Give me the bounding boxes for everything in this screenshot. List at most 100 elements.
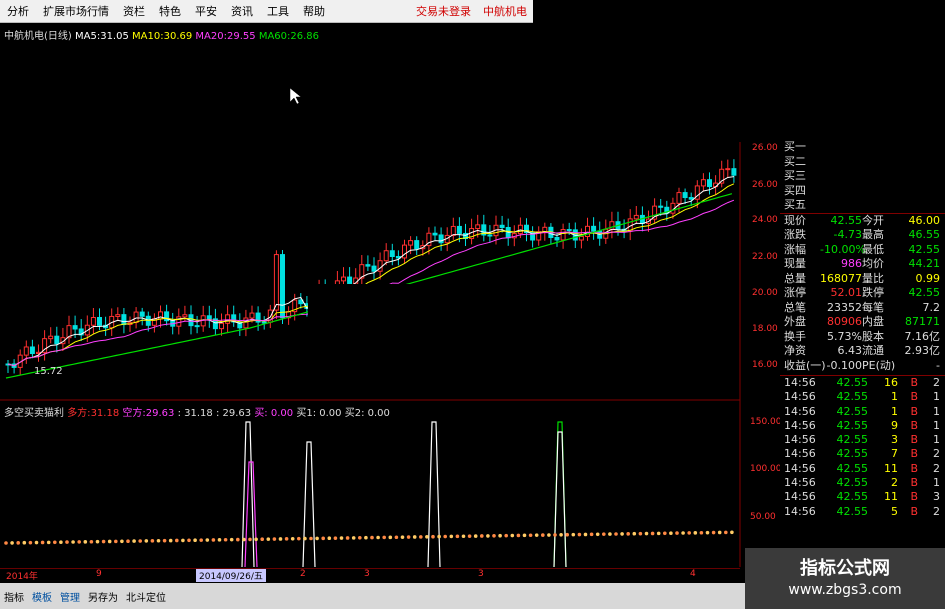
order-book: 买一 买二 买三 买四 买五 [780,140,945,213]
candle [633,214,639,220]
menu-bar: 分析 扩展市场行情 资栏 特色 平安 资讯 工具 帮助 交易未登录 中航机电 [0,0,533,23]
candle [456,225,462,234]
indicator-dot [242,537,246,542]
candle [438,234,444,244]
indicator-dot [711,530,716,535]
candle [499,224,505,228]
indicator-dot [498,533,502,538]
indicator-dot [717,530,722,535]
menu-feature[interactable]: 特色 [152,3,188,19]
menu-extended-market[interactable]: 扩展市场行情 [36,3,116,19]
indicator-dot [595,532,600,537]
indicator-dot [724,530,728,535]
indicator-dot [4,541,8,545]
price-tick-label: 16.00 [752,360,778,370]
indicator-dot [351,536,356,540]
menu-pingan[interactable]: 平安 [188,3,224,19]
indicator-dot [577,532,582,537]
price-tick-label: 24.00 [752,215,778,225]
candle [347,276,353,285]
indicator-dot [669,531,673,535]
indicator-dot [583,532,588,537]
indicator-dot [675,531,679,535]
candle [371,265,377,272]
order-level-4: 买四 [784,183,806,197]
order-level-1: 买一 [784,140,806,153]
kong-value: 29.63 [145,408,175,419]
tab-beidou[interactable]: 北斗定位 [122,589,170,604]
trade-row: 14:56 42.55 9 B 1 [784,418,940,432]
candle [408,240,414,246]
login-status[interactable]: 交易未登录 [410,3,477,19]
menu-help[interactable]: 帮助 [296,3,332,19]
indicator-dot [120,539,124,544]
indicator-dot [376,535,380,540]
candle [139,311,145,317]
selected-date[interactable]: 2014/09/26/五 [196,569,266,582]
indicator-dot [46,540,51,545]
date-year: 2014年 [6,572,38,582]
indicator-dot [394,535,399,540]
tab-save-as[interactable]: 另存为 [84,589,122,604]
buy-value: 买: 0.00 [254,408,294,419]
indicator-dot [101,539,106,544]
indicator-dot [406,535,411,539]
indicator-dot [107,539,112,544]
indicator-dot [534,533,539,537]
candle [450,225,456,236]
candle [609,221,615,230]
menu-tools[interactable]: 工具 [260,3,296,19]
indicator-dot [388,535,393,540]
quote-row: 总量 168077 量比 0.99 [784,271,940,285]
tab-indicator[interactable]: 指标 [0,589,28,604]
indicator-dot [10,541,14,545]
quote-row: 现价 42.55 今开 46.00 [784,213,940,227]
ma10-line [7,183,735,367]
menu-analysis[interactable]: 分析 [0,3,36,19]
indicator-dot [156,538,161,543]
candlestick-chart[interactable]: 26.00 26.00 24.00 22.00 20.00 18.00 16.00 150.0… [0,22,780,567]
candle [585,225,590,237]
quote-table: 现价 42.55 今开 46.00 涨跌 -4.73 最高 46.55 涨幅 -10.00% 最低 4… [780,212,945,374]
price-tick-label: 26.00 [752,180,778,190]
indicator-dot [510,533,515,538]
quote-row: 涨跌 -4.73 最高 46.55 [784,228,940,241]
indicator-dot [382,535,387,540]
bottom-toolbar: 指标 模板 管理 另存为 北斗定位 [0,583,760,609]
trade-row: 14:56 42.55 1 B 1 [784,390,940,404]
tab-template[interactable]: 模板 [28,589,56,604]
indicator-dot [608,532,612,536]
candle [97,316,102,326]
quote-panel: 买一 买二 买三 买四 买五 现价 42.55 今开 46.00 涨跌 -4.73 最高 46.55 涨… [780,140,945,560]
spike-2 [302,441,316,567]
quote-row: 净资 6.43 流通 2.93亿 [784,344,940,357]
indicator-dot [217,538,222,542]
indicator-dot [229,537,234,542]
trade-row: 14:56 42.55 11 B 2 [784,461,940,475]
indicator-dot [53,540,57,545]
candle [682,192,688,199]
candle [273,254,279,311]
order-level-2: 买二 [784,154,806,168]
menu-news[interactable]: 资讯 [224,3,260,19]
indicator-dot [272,537,277,541]
indicator-dot [315,536,319,541]
candle [658,205,664,208]
candle [578,235,584,241]
menu-column[interactable]: 资栏 [116,3,152,19]
candle [566,229,572,232]
indicator-dot [126,539,130,543]
ma20-line [7,199,735,367]
indicator-dot [559,533,563,537]
candle [29,346,35,355]
indicator-dot [693,531,698,535]
indicator-dot [284,537,289,541]
indicator-dot [22,540,27,545]
indicator-dot [132,539,136,543]
trade-row: 14:56 42.55 1 B 1 [784,404,940,418]
indicator-dot [59,540,63,544]
duo-value: 31.18 [90,408,120,419]
indicator-dot [168,538,173,543]
tab-manage[interactable]: 管理 [56,589,84,604]
spike-4-inner [553,431,567,567]
